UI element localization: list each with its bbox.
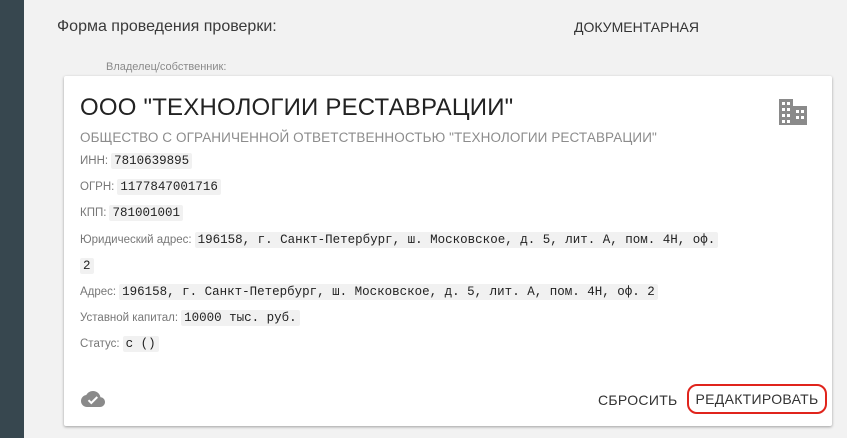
address-field: Адрес: 196158, г. Санкт-Петербург, ш. Мос… bbox=[80, 284, 658, 300]
inn-label: ИНН: bbox=[80, 155, 109, 167]
left-sidebar-strip bbox=[0, 0, 24, 438]
reset-button[interactable]: СБРОСИТЬ bbox=[598, 387, 678, 413]
inspection-form-row: Форма проведения проверки: ДОКУМЕНТАРНАЯ bbox=[57, 18, 847, 40]
inspection-form-value: ДОКУМЕНТАРНАЯ bbox=[574, 19, 700, 35]
company-card: ООО "ТЕХНОЛОГИИ РЕСТАВРАЦИИ" ОБЩЕСТВО С … bbox=[64, 76, 832, 426]
legal-address-field: Юридический адрес: 196158, г. Санкт-Петер… bbox=[80, 232, 719, 248]
ogrn-label: ОГРН: bbox=[80, 181, 115, 193]
inspection-form-label: Форма проведения проверки: bbox=[57, 18, 277, 35]
company-short-name: ООО "ТЕХНОЛОГИИ РЕСТАВРАЦИИ" bbox=[80, 94, 514, 121]
status-label: Статус: bbox=[80, 338, 120, 350]
kpp-value: 781001001 bbox=[109, 205, 183, 221]
edit-button[interactable]: РЕДАКТИРОВАТЬ bbox=[687, 384, 827, 414]
address-label: Адрес: bbox=[80, 286, 117, 298]
status-field: Статус: с () bbox=[80, 336, 159, 352]
owner-label: Владелец/собственник: bbox=[106, 61, 227, 73]
capital-label: Уставной капитал: bbox=[80, 312, 179, 324]
capital-field: Уставной капитал: 10000 тыс. руб. bbox=[80, 310, 300, 326]
cloud-done-icon bbox=[81, 391, 105, 407]
capital-value: 10000 тыс. руб. bbox=[181, 310, 300, 326]
legal-address-continuation: 2 bbox=[80, 258, 94, 274]
company-full-name: ОБЩЕСТВО С ОГРАНИЧЕННОЙ ОТВЕТСТВЕННОСТЬЮ… bbox=[80, 130, 657, 145]
kpp-label: КПП: bbox=[80, 207, 107, 219]
legal-address-value: 196158, г. Санкт-Петербург, ш. Московско… bbox=[194, 232, 719, 248]
legal-address-label: Юридический адрес: bbox=[80, 234, 192, 246]
inn-value: 7810639895 bbox=[111, 153, 193, 169]
address-value: 196158, г. Санкт-Петербург, ш. Московско… bbox=[119, 284, 658, 300]
ogrn-value: 1177847001716 bbox=[117, 179, 221, 195]
kpp-field: КПП: 781001001 bbox=[80, 205, 183, 221]
ogrn-field: ОГРН: 1177847001716 bbox=[80, 179, 221, 195]
building-icon bbox=[779, 99, 807, 125]
legal-address-value-line2: 2 bbox=[80, 258, 94, 274]
inn-field: ИНН: 7810639895 bbox=[80, 153, 193, 169]
status-value: с () bbox=[122, 336, 159, 352]
